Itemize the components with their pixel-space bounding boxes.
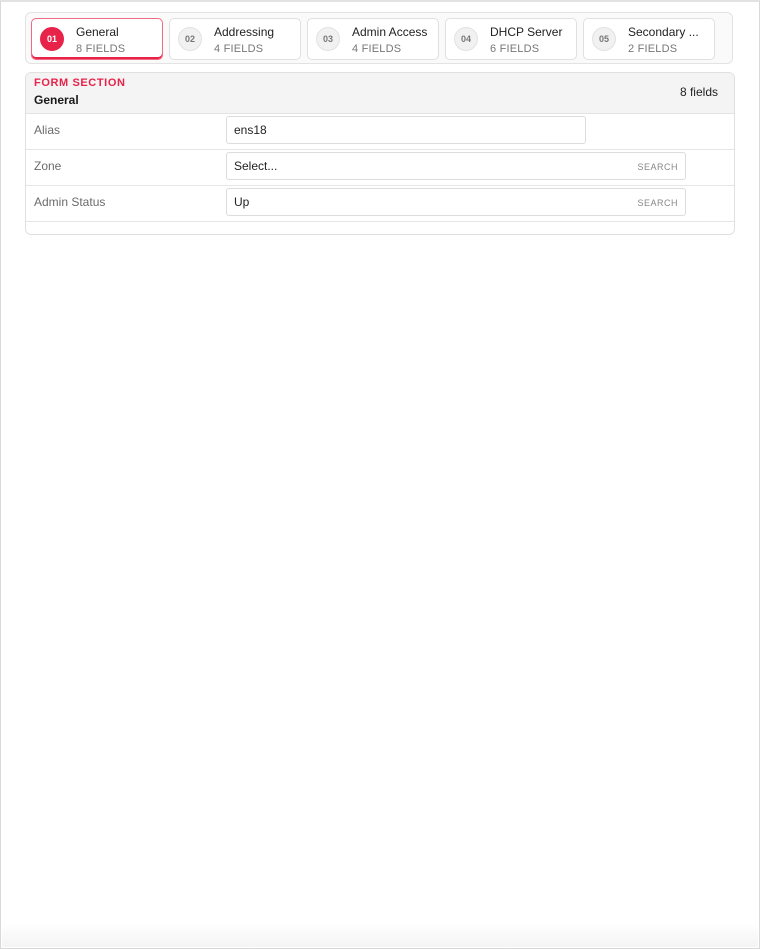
- field-label: Admin Status: [34, 195, 106, 209]
- field-value: Up: [234, 195, 250, 209]
- step-tabs: 01 General 8 FIELDS 02 Addressing 4 FIEL…: [25, 12, 733, 64]
- step-title: Secondary ...: [628, 25, 699, 39]
- step-title: General: [76, 25, 119, 39]
- alias-input[interactable]: ens18: [226, 116, 586, 144]
- field-label: Alias: [34, 123, 61, 137]
- section-kicker: FORM SECTION: [34, 77, 126, 89]
- field-value: Select...: [234, 159, 278, 173]
- admin-status-select[interactable]: Up SEARCH: [226, 188, 686, 216]
- field-row-zone: Zone Select... SEARCH: [26, 149, 734, 186]
- bottom-fade: [2, 923, 758, 947]
- field-row-admin-status: Admin Status Up SEARCH: [26, 185, 734, 222]
- section-title: General: [34, 93, 79, 107]
- step-number-badge: 03: [316, 27, 340, 51]
- step-field-count: 2 FIELDS: [628, 43, 678, 55]
- step-number-badge: 01: [40, 27, 64, 51]
- step-tab-admin-access[interactable]: 03 Admin Access 4 FIELDS: [307, 18, 439, 60]
- form-section-card: FORM SECTION General 8 fields Alias ens1…: [25, 72, 735, 235]
- section-field-count: 8 fields: [679, 85, 718, 99]
- step-field-count: 8 FIELDS: [76, 43, 126, 55]
- search-hint: SEARCH: [637, 198, 678, 208]
- step-tab-addressing[interactable]: 02 Addressing 4 FIELDS: [169, 18, 301, 60]
- step-number-badge: 02: [178, 27, 202, 51]
- step-tab-secondary[interactable]: 05 Secondary ... 2 FIELDS: [583, 18, 715, 60]
- step-title: Addressing: [214, 25, 275, 39]
- step-number-badge: 05: [592, 27, 616, 51]
- zone-select[interactable]: Select... SEARCH: [226, 152, 686, 180]
- field-value: ens18: [234, 123, 267, 137]
- step-field-count: 6 FIELDS: [490, 43, 540, 55]
- field-row-alias: Alias ens18: [26, 113, 734, 150]
- form-section-header: FORM SECTION General 8 fields: [26, 73, 734, 114]
- step-title: DHCP Server: [490, 25, 563, 39]
- step-title: Admin Access: [352, 25, 428, 39]
- step-tab-dhcp-server[interactable]: 04 DHCP Server 6 FIELDS: [445, 18, 577, 60]
- field-label: Zone: [34, 159, 62, 173]
- step-field-count: 4 FIELDS: [352, 43, 402, 55]
- step-tab-general[interactable]: 01 General 8 FIELDS: [31, 18, 163, 60]
- step-field-count: 4 FIELDS: [214, 43, 264, 55]
- step-number-badge: 04: [454, 27, 478, 51]
- search-hint: SEARCH: [637, 162, 678, 172]
